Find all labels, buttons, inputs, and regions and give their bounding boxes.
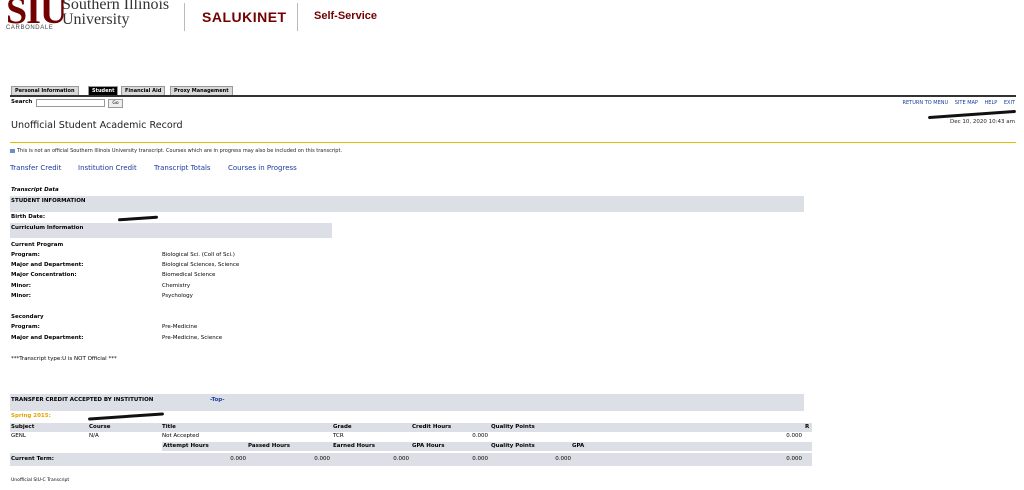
search-label: Search <box>11 99 33 105</box>
link-transcript-totals[interactable]: Transcript Totals <box>154 164 211 172</box>
current-label: Major Concentration: <box>11 272 77 278</box>
self-service-title: Self-Service <box>314 10 377 22</box>
page-title: Unofficial Student Academic Record <box>11 120 183 131</box>
exit-link[interactable]: EXIT <box>1004 100 1015 106</box>
link-transfer-credit[interactable]: Transfer Credit <box>10 164 61 172</box>
title-divider <box>10 142 1016 143</box>
header-divider <box>184 3 185 31</box>
row-course: N/A <box>89 433 99 439</box>
current-value: Chemistry <box>162 283 191 289</box>
current-value: Psychology <box>162 293 193 299</box>
tab-student[interactable]: Student <box>88 86 119 95</box>
info-notice: This is not an official Southern Illinoi… <box>10 148 342 154</box>
transcript-caption: Transcript Data <box>11 187 59 193</box>
campus-label: CARBONDALE <box>6 25 54 31</box>
current-value: Biological Sciences, Science <box>162 262 240 268</box>
col-attempt-hours: Attempt Hours <box>163 443 209 449</box>
col-earned-hours: Earned Hours <box>333 443 375 449</box>
col-gpa-hours: GPA Hours <box>412 443 445 449</box>
footer-text: Unofficial SIU-C Transcript <box>11 478 70 483</box>
col-r: R <box>805 424 810 430</box>
tab-underline <box>10 95 1016 97</box>
timestamp: Dec 10, 2020 10:43 am <box>950 119 1015 125</box>
col-subject: Subject <box>11 424 35 430</box>
current-label: Minor: <box>11 283 31 289</box>
current-program-header: Current Program <box>11 242 64 248</box>
redacted-birth-date <box>117 215 159 222</box>
info-icon <box>10 148 15 153</box>
curriculum-header: Curriculum Information <box>11 225 84 231</box>
current-term-value: 0.000 <box>314 456 330 462</box>
salukinet-logo[interactable]: SALUKINET <box>202 9 287 25</box>
row-subject: GENL <box>11 433 26 439</box>
col-grade: Grade <box>333 424 352 430</box>
row-grade: TCR <box>333 433 344 439</box>
col-totals-quality-points: Quality Points <box>491 443 535 449</box>
link-institution-credit[interactable]: Institution Credit <box>78 164 137 172</box>
row-quality-points: 0.000 <box>786 433 802 439</box>
university-line2: University <box>62 11 130 28</box>
go-button[interactable]: Go <box>108 99 123 108</box>
secondary-value: Pre-Medicine <box>162 324 198 330</box>
current-label: Minor: <box>11 293 31 299</box>
site-map-link[interactable]: SITE MAP <box>955 100 978 106</box>
tab-financial-aid[interactable]: Financial Aid <box>121 86 166 95</box>
current-label: Program: <box>11 252 40 258</box>
column-header-band <box>10 423 812 432</box>
col-passed-hours: Passed Hours <box>248 443 291 449</box>
search-input[interactable] <box>36 99 105 107</box>
col-course: Course <box>89 424 111 430</box>
current-term-value: 0.000 <box>555 456 571 462</box>
current-term-value: 0.000 <box>472 456 488 462</box>
secondary-header: Secondary <box>11 314 44 320</box>
student-info-header: STUDENT INFORMATION <box>11 198 86 204</box>
col-gpa: GPA <box>572 443 585 449</box>
tab-proxy-management[interactable]: Proxy Management <box>170 86 233 95</box>
secondary-label: Program: <box>11 324 40 330</box>
col-credit-hours: Credit Hours <box>412 424 452 430</box>
birth-date-label: Birth Date: <box>11 214 46 220</box>
col-quality-points: Quality Points <box>491 424 535 430</box>
redacted-name <box>928 109 1016 120</box>
header-divider <box>297 3 298 31</box>
current-label: Major and Department: <box>11 262 84 268</box>
link-courses-in-progress[interactable]: Courses in Progress <box>228 164 297 172</box>
current-term-label: Current Term: <box>11 456 54 462</box>
secondary-value: Pre-Medicine, Science <box>162 335 223 341</box>
row-title: Not Accepted <box>162 433 200 439</box>
top-links: RETURN TO MENU SITE MAP HELP EXIT <box>898 100 1015 106</box>
current-term-value: 0.000 <box>230 456 246 462</box>
university-name: Southern Illinois University <box>62 0 169 28</box>
current-value: Biological Sci. (Coll of Sci.) <box>162 252 235 258</box>
term-label: Spring 2015: <box>11 413 51 419</box>
current-term-value: 0.000 <box>786 456 802 462</box>
current-term-band <box>10 453 812 466</box>
transcript-type-note: ***Transcript type:U is NOT Official *** <box>11 356 117 362</box>
help-link[interactable]: HELP <box>985 100 998 106</box>
row-credit-hours: 0.000 <box>472 433 488 439</box>
secondary-label: Major and Department: <box>11 335 84 341</box>
student-info-band <box>10 196 804 212</box>
tab-personal-information[interactable]: Personal Information <box>11 86 79 95</box>
info-notice-text: This is not an official Southern Illinoi… <box>17 148 343 154</box>
transfer-header: TRANSFER CREDIT ACCEPTED BY INSTITUTION <box>11 397 154 403</box>
col-title: Title <box>162 424 176 430</box>
top-link[interactable]: -Top- <box>210 397 225 404</box>
current-term-value: 0.000 <box>393 456 409 462</box>
redacted-institution <box>87 412 165 421</box>
return-to-menu-link[interactable]: RETURN TO MENU <box>903 100 949 106</box>
current-value: Biomedical Science <box>162 272 216 278</box>
